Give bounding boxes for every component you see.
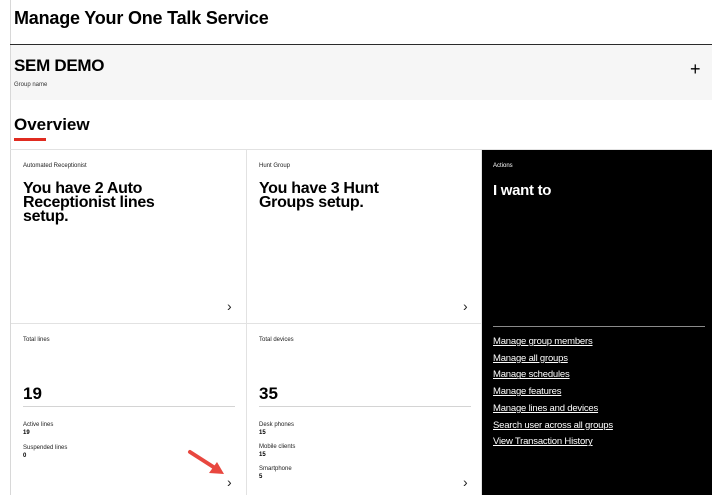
expand-group-button[interactable]: + xyxy=(690,60,701,78)
manage-schedules-link[interactable]: Manage schedules xyxy=(493,367,613,384)
chevron-right-icon[interactable]: › xyxy=(227,475,232,489)
desk-phones-value: 15 xyxy=(259,430,266,436)
mobile-clients-label: Mobile clients xyxy=(259,444,296,450)
desk-phones-label: Desk phones xyxy=(259,422,295,428)
action-links: Manage group members Manage all groups M… xyxy=(493,334,613,451)
group-name-caption: Group name xyxy=(14,82,48,88)
actions-label: Actions xyxy=(493,163,513,169)
suspended-lines-value: 0 xyxy=(23,453,27,459)
chevron-right-icon[interactable]: › xyxy=(227,299,232,313)
suspended-lines-label: Suspended lines xyxy=(23,445,68,451)
manage-lines-and-devices-link[interactable]: Manage lines and devices xyxy=(493,401,613,418)
stat-divider xyxy=(23,406,235,407)
group-name: SEM DEMO xyxy=(14,56,105,75)
total-devices-card[interactable]: Total devices 35 Desk phones 15 Mobile c… xyxy=(247,324,482,495)
active-lines-label: Active lines xyxy=(23,422,54,428)
stat-divider xyxy=(259,406,471,407)
chevron-right-icon[interactable]: › xyxy=(463,475,468,489)
active-lines-value: 19 xyxy=(23,430,30,436)
manage-features-link[interactable]: Manage features xyxy=(493,384,613,401)
mobile-clients-value: 15 xyxy=(259,452,266,458)
overview-underline xyxy=(14,138,46,141)
hunt-group-card[interactable]: Hunt Group You have 3 Hunt Groups setup.… xyxy=(247,150,482,324)
total-devices-value: 35 xyxy=(259,384,278,403)
card-label: Automated Receptionist xyxy=(23,163,87,169)
smartphone-label: Smartphone xyxy=(259,466,292,472)
group-header xyxy=(11,45,712,100)
page-title: Manage Your One Talk Service xyxy=(14,8,269,28)
card-label: Total devices xyxy=(259,337,294,343)
actions-title: I want to xyxy=(493,182,552,199)
view-transaction-history-link[interactable]: View Transaction History xyxy=(493,434,613,451)
card-label: Total lines xyxy=(23,337,50,343)
manage-all-groups-link[interactable]: Manage all groups xyxy=(493,351,613,368)
chevron-right-icon[interactable]: › xyxy=(463,299,468,313)
actions-panel: Actions I want to Manage group members M… xyxy=(482,150,712,495)
search-user-across-all-groups-link[interactable]: Search user across all groups xyxy=(493,418,613,435)
total-lines-value: 19 xyxy=(23,384,42,403)
overview-heading: Overview xyxy=(14,115,90,134)
annotation-arrow-icon xyxy=(188,450,224,474)
auto-receptionist-card[interactable]: Automated Receptionist You have 2 Auto R… xyxy=(11,150,247,324)
actions-divider xyxy=(493,326,705,327)
card-headline: You have 3 Hunt Groups setup. xyxy=(259,180,379,211)
manage-group-members-link[interactable]: Manage group members xyxy=(493,334,613,351)
card-label: Hunt Group xyxy=(259,163,291,169)
smartphone-value: 5 xyxy=(259,474,263,480)
card-headline: You have 2 Auto Receptionist lines setup… xyxy=(23,180,155,225)
